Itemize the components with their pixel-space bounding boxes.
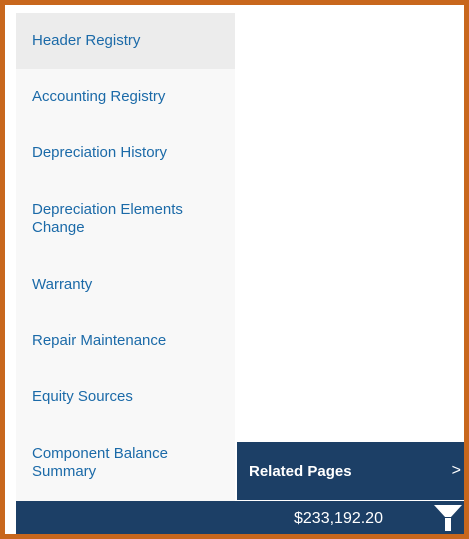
menu-item-label: Component Balance Summary [32, 445, 168, 480]
menu-item-warranty[interactable]: Warranty [16, 257, 235, 313]
related-pages-label: Related Pages [249, 462, 352, 480]
menu-item-label: Header Registry [32, 32, 141, 49]
menu-item-depreciation-history[interactable]: Depreciation History [16, 125, 235, 181]
menu-item-accounting-registry[interactable]: Accounting Registry [16, 69, 235, 125]
total-amount: $233,192.20 [294, 510, 383, 527]
menu-item-repair-maintenance[interactable]: Repair Maintenance [16, 313, 235, 369]
menu-item-component-balance-summary[interactable]: Component Balance Summary [16, 425, 235, 501]
chevron-right-icon: > [451, 462, 461, 479]
menu-item-header-registry[interactable]: Header Registry [16, 13, 235, 69]
funnel-icon[interactable] [432, 503, 464, 533]
related-pages-button[interactable]: Related Pages > [237, 442, 464, 500]
menu-item-depreciation-elements-change[interactable]: Depreciation Elements Change [16, 181, 235, 257]
app-frame: Header Registry Accounting Registry Depr… [0, 0, 469, 539]
menu-item-label: Warranty [32, 276, 93, 293]
footer-bar: $233,192.20 [16, 501, 464, 534]
menu-item-label: Depreciation Elements Change [32, 201, 183, 236]
menu-item-label: Repair Maintenance [32, 332, 167, 349]
menu-item-equity-sources[interactable]: Equity Sources [16, 369, 235, 425]
menu-item-label: Equity Sources [32, 388, 133, 405]
menu-item-label: Accounting Registry [32, 88, 166, 105]
side-menu: Header Registry Accounting Registry Depr… [16, 13, 235, 501]
menu-item-label: Depreciation History [32, 144, 168, 161]
